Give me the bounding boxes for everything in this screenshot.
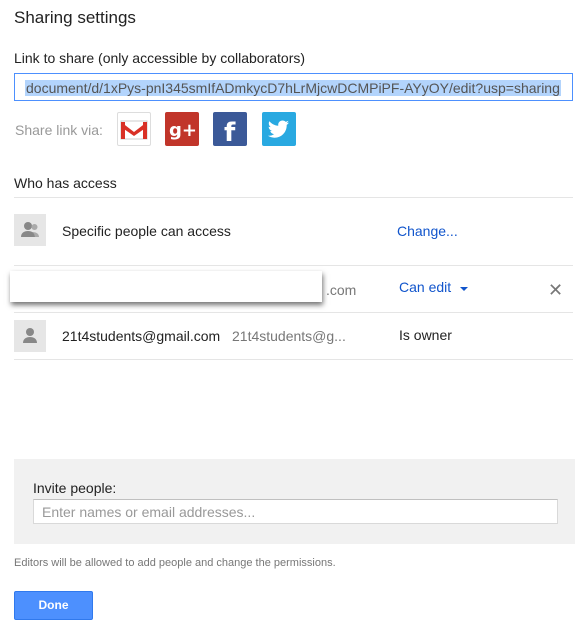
divider xyxy=(14,265,573,266)
page-title: Sharing settings xyxy=(14,8,136,27)
chevron-down-icon[interactable] xyxy=(460,287,468,291)
svg-text:g+: g+ xyxy=(169,120,197,141)
divider xyxy=(14,359,573,360)
gmail-icon[interactable] xyxy=(117,112,151,146)
svg-text:f: f xyxy=(224,118,236,146)
invite-label: Invite people: xyxy=(33,480,117,496)
share-link-field[interactable]: document/d/1xPys-pnI345smIfADmkycD7hLrMj… xyxy=(14,73,573,101)
google-plus-icon[interactable]: g+ xyxy=(165,112,199,146)
person-icon xyxy=(23,328,37,343)
invite-panel: Invite people: xyxy=(14,459,575,544)
close-icon[interactable]: ✕ xyxy=(548,280,563,301)
share-link-text[interactable]: document/d/1xPys-pnI345smIfADmkycD7hLrMj… xyxy=(25,80,561,96)
owner-email: 21t4students@g... xyxy=(232,328,346,344)
avatar xyxy=(14,214,46,246)
owner-role: Is owner xyxy=(399,327,452,343)
redaction-overlay xyxy=(10,271,322,302)
twitter-icon[interactable] xyxy=(262,112,296,146)
facebook-icon[interactable]: f xyxy=(213,112,247,148)
general-access-label: Specific people can access xyxy=(62,223,231,239)
share-via-label: Share link via: xyxy=(15,122,103,138)
avatar xyxy=(14,320,46,352)
people-icon xyxy=(21,222,39,237)
divider xyxy=(14,197,573,198)
email-text: .com xyxy=(326,282,357,298)
invite-input[interactable] xyxy=(33,499,558,524)
permissions-note: Editors will be allowed to add people an… xyxy=(14,557,336,569)
owner-name: 21t4students@gmail.com xyxy=(62,328,221,344)
link-share-label: Link to share (only accessible by collab… xyxy=(14,50,306,66)
divider xyxy=(14,312,573,313)
change-access-link[interactable]: Change... xyxy=(397,223,458,239)
permission-dropdown[interactable]: Can edit xyxy=(399,279,451,295)
section-title: Who has access xyxy=(14,175,117,191)
done-button[interactable]: Done xyxy=(14,591,93,620)
